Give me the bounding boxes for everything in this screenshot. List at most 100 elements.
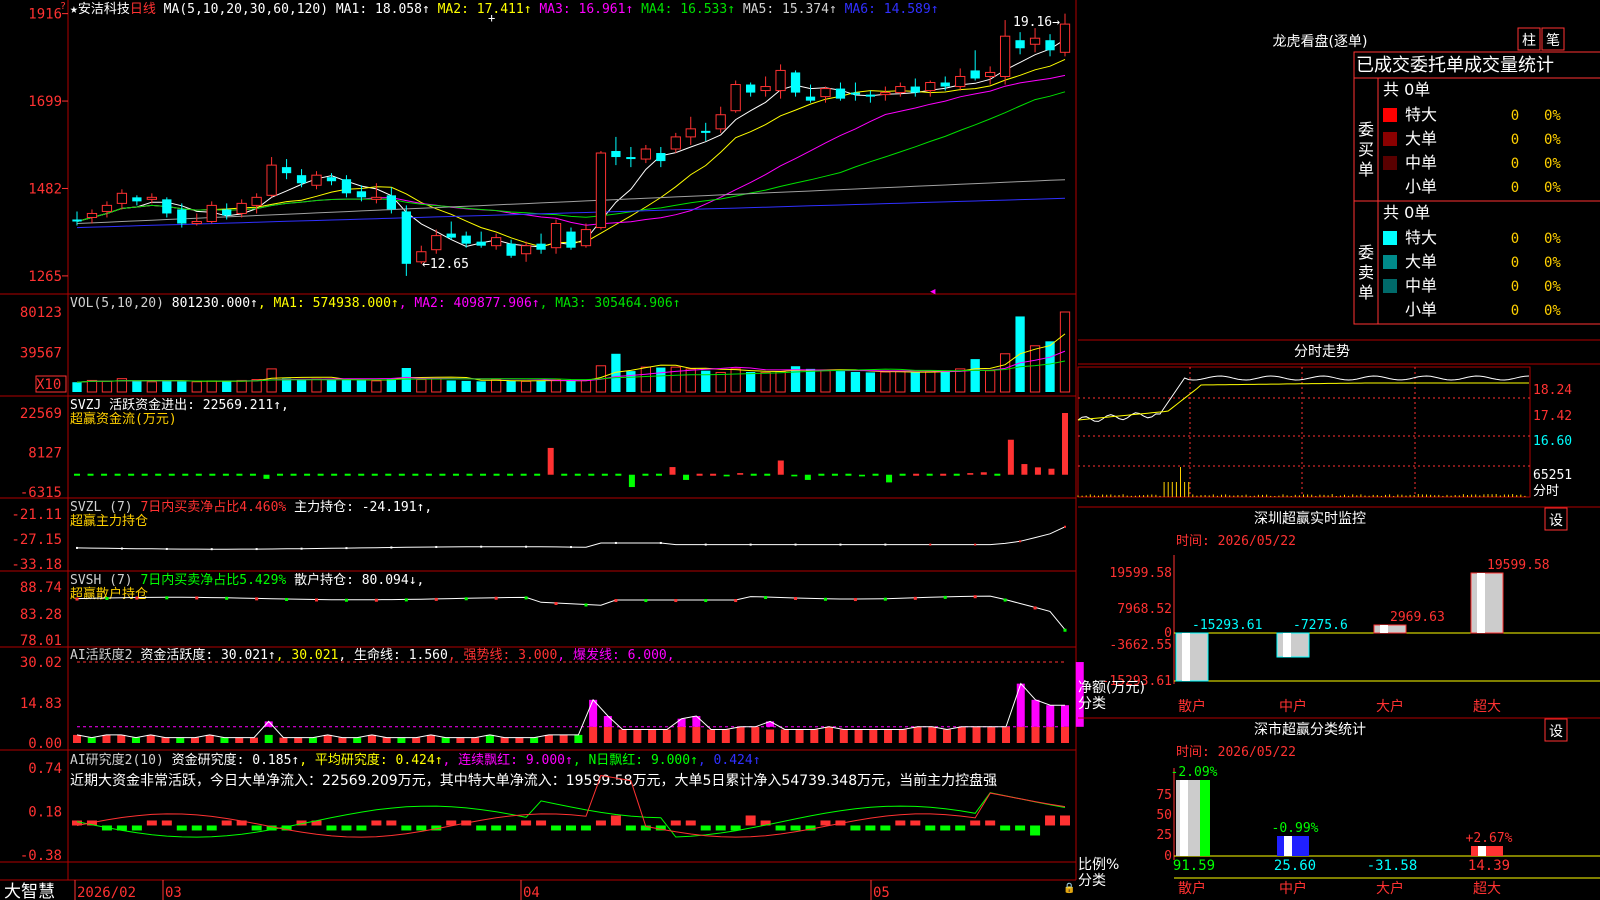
- candle-body-53: [866, 95, 875, 97]
- vol-bar-12: [252, 380, 261, 392]
- ai1-bar-41: [678, 727, 686, 743]
- vol-bar-19: [357, 380, 366, 392]
- ai1-bar-21: [383, 738, 391, 743]
- vol-bar-44: [731, 369, 740, 392]
- scstat-bar-1: [1277, 836, 1309, 856]
- lhb-btn-stroke-label: 笔: [1546, 33, 1560, 49]
- svzj-bar-25: [412, 474, 418, 476]
- ai2-bar-53: [865, 825, 875, 830]
- szmon-bar-hl-3: [1477, 573, 1485, 633]
- vol-bar-61: [986, 371, 995, 392]
- ai1-bar-36: [604, 727, 612, 743]
- ai1-bar-59: [943, 730, 951, 743]
- svzj-bar-5: [142, 474, 148, 476]
- fenshi-title: 分时走势: [1294, 344, 1350, 360]
- svzl-dot-3: [121, 548, 123, 550]
- svsh-ytick-1: 83.28: [20, 607, 62, 623]
- ai1-header-part-5: , 爆发线: 6.000,: [557, 647, 674, 663]
- vol-bar-23: [417, 380, 426, 392]
- svzj-bar-15: [277, 474, 283, 476]
- svzl-dot-33: [570, 546, 572, 548]
- szmon-time: 时间: 2026/05/22: [1176, 534, 1296, 549]
- candle-body-42: [701, 131, 710, 133]
- vol-bar-42: [701, 371, 710, 392]
- vol-bar-5: [147, 382, 156, 392]
- lhb-sell-row-label-2: 中单: [1405, 276, 1437, 295]
- ai1-header-part-0: AI活跃度2: [70, 647, 140, 663]
- szmon-ytick-0: 19599.58: [1109, 566, 1172, 581]
- candle-body-15: [297, 175, 306, 183]
- candle-body-41: [686, 129, 695, 137]
- candle-body-16: [312, 175, 321, 185]
- svzj-bar-9: [196, 474, 202, 476]
- ai1-bar-15: [294, 738, 302, 743]
- svzj-bar-64: [940, 474, 946, 476]
- ai2-bar-4: [132, 825, 142, 830]
- ai1-bar-29: [501, 738, 509, 743]
- svzl-dot-6: [166, 548, 168, 550]
- ai1-bar-51: [825, 727, 833, 743]
- main-header-part-6: MA4: 16.533↑: [633, 2, 735, 17]
- ai2-bar-55: [895, 820, 905, 825]
- lhb-sell-row-pct-0: 0%: [1544, 231, 1561, 247]
- ai2-bar-43: [716, 825, 726, 830]
- svsh-dot-26: [465, 597, 468, 600]
- svzj-bar-72: [1048, 469, 1054, 475]
- ai1-bar-1: [88, 738, 96, 743]
- svzj-bar-29: [466, 474, 472, 476]
- candle-body-31: [536, 244, 545, 250]
- ai1-bar-16: [309, 738, 317, 743]
- svzj-bar-44: [670, 467, 676, 475]
- lhb-buy-row-pct-2: 0%: [1544, 156, 1561, 172]
- candle-body-25: [447, 234, 456, 238]
- candle-body-12: [252, 197, 261, 205]
- svzj-bar-62: [913, 474, 919, 476]
- main-header-part-5: MA3: 16.961↑: [532, 2, 634, 17]
- svzj-bar-54: [805, 475, 811, 480]
- lhb-buy-swatch-2: [1383, 156, 1397, 170]
- candle-body-26: [462, 236, 471, 244]
- svzj-bar-70: [1021, 464, 1027, 475]
- ai2-bar-27: [476, 825, 486, 830]
- ai2-ytick-1: 0.18: [28, 805, 62, 821]
- logo: 大智慧: [4, 882, 55, 900]
- chart-canvas[interactable]: ★安洁科技日线 MA(5,10,20,30,60,120) MA1: 18.05…: [0, 0, 1600, 900]
- lhb-subtitle: 已成交委托单成交量统计: [1356, 55, 1554, 76]
- svzj-header: SVZJ 活跃资金进出: 22569.211↑,: [70, 397, 289, 413]
- ai2-bar-8: [192, 825, 202, 830]
- svzj-bar-53: [791, 475, 797, 477]
- vol-bar-21: [387, 379, 396, 392]
- ai2-bar-62: [1000, 825, 1010, 830]
- label-low: ←12.65: [422, 257, 469, 272]
- candle-body-37: [626, 157, 635, 159]
- ai2-ytick-2: -0.38: [20, 848, 62, 864]
- svzj-bar-2: [101, 474, 107, 476]
- vol-bar-53: [866, 372, 875, 392]
- date-label-3: 05: [873, 885, 890, 900]
- svzj-bar-30: [480, 474, 486, 476]
- ai1-bar-47: [766, 730, 774, 743]
- svzl-dot-36: [615, 542, 617, 544]
- svsh-dot-2: [105, 597, 108, 600]
- vol-bar-30: [521, 381, 530, 392]
- ai2-bar-9: [207, 825, 217, 830]
- svzj-bar-71: [1035, 467, 1041, 474]
- szmon-bar-val-3: 19599.58: [1487, 558, 1550, 573]
- vol-bar-62: [1000, 354, 1009, 392]
- szmon-bar-0: [1176, 633, 1208, 681]
- szmon-bar-hl-1: [1283, 633, 1291, 657]
- ai2-bar-32: [551, 825, 561, 830]
- lhb-sell-side-2: 单: [1358, 283, 1374, 302]
- lhb-sell-total: 共 0单: [1383, 203, 1430, 222]
- lhb-buy-row-label-0: 特大: [1405, 105, 1437, 124]
- svsh-dot-4: [135, 597, 138, 600]
- ai1-bar-31: [530, 738, 538, 743]
- scstat-ytick-3: 0: [1164, 849, 1172, 864]
- candle-body-20: [372, 197, 381, 199]
- vol-bar-8: [192, 382, 201, 392]
- candle-body-50: [821, 89, 830, 97]
- candle-body-32: [551, 224, 560, 248]
- main-header: ★安洁科技日线 MA(5,10,20,30,60,120) MA1: 18.05…: [70, 2, 939, 17]
- svsh-dot-0: [76, 598, 79, 601]
- lhb-buy-row-val-3: 0: [1511, 180, 1519, 196]
